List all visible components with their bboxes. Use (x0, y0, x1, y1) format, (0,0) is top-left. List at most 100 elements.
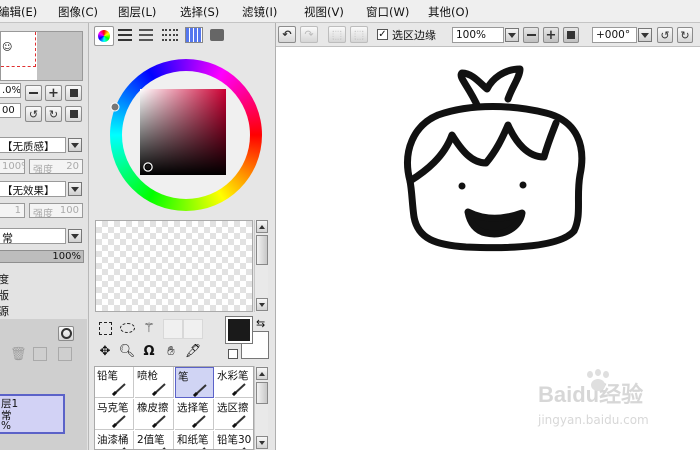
scroll-down-button[interactable] (256, 436, 268, 449)
rgb-slider-tab[interactable] (118, 29, 132, 41)
nav-zoom-field[interactable]: .0% (0, 83, 21, 98)
canvas-rotate-right-button[interactable]: ↻ (677, 27, 693, 43)
swap-colors-icon[interactable]: ⇆ (256, 317, 265, 330)
nav-rotate-reset-button[interactable] (65, 106, 82, 122)
menu-view[interactable]: 视图(V) (304, 4, 344, 20)
hsv-slider-tab[interactable] (139, 29, 153, 41)
intermediate-color-tab[interactable] (162, 29, 178, 41)
scratchpad-area[interactable] (95, 220, 253, 312)
scroll-up-button[interactable] (256, 220, 268, 233)
swatch-tab[interactable] (185, 27, 203, 43)
canvas-zoom-field[interactable]: 100% (452, 27, 504, 43)
lasso-tool[interactable] (119, 320, 135, 336)
brush-pencil-30[interactable]: 铅笔30 (215, 431, 253, 449)
menu-edit[interactable]: 编辑(E) (0, 4, 37, 20)
paw-icon (585, 369, 611, 395)
nav-angle-field[interactable]: 00 (0, 103, 21, 118)
menu-bar: 编辑(E) 图像(C) 图层(L) 选择(S) 滤镜(I) 视图(V) 窗口(W… (0, 0, 700, 23)
selection-edge-checkbox[interactable]: ✓ (377, 29, 388, 40)
zoom-tool[interactable]: 🔍︎ (119, 343, 136, 359)
brush-bucket[interactable]: 油漆桶 (95, 431, 134, 449)
copy-layer-icon[interactable] (58, 347, 72, 361)
move-tool[interactable]: ✥ (97, 343, 113, 359)
delete-layer-icon[interactable]: 🗑 (10, 347, 27, 362)
rotate-right-icon: ↻ (48, 107, 59, 121)
nav-rotate-left-button[interactable]: ↺ (25, 106, 42, 122)
undo-button[interactable]: ↶ (278, 26, 296, 43)
deselect-icon: ⬚ (331, 28, 343, 41)
scratchpad-scrollbar[interactable] (254, 220, 268, 312)
merge-layer-icon[interactable] (33, 347, 47, 361)
canvas-rotation-dropdown[interactable] (638, 28, 652, 42)
drawing-canvas[interactable]: Baidu经验 jingyan.baidu.com (276, 47, 700, 450)
rotate-icon: Ω (143, 343, 155, 359)
option-label-density: 度 (0, 273, 9, 286)
brush-select-eraser[interactable]: 选区擦 (215, 399, 253, 430)
navigator-preview[interactable]: ☺ (0, 31, 83, 81)
menu-image[interactable]: 图像(C) (58, 4, 98, 20)
reset-colors-icon[interactable] (228, 349, 238, 359)
nav-zoom-reset-button[interactable] (65, 85, 82, 101)
effect-strength-field[interactable]: 强度 100 (29, 203, 83, 218)
dots-icon (162, 34, 178, 38)
brush-select-pen[interactable]: 选择笔 (175, 399, 214, 430)
nav-zoom-in-button[interactable]: + (45, 85, 62, 101)
nav-rotate-right-button[interactable]: ↻ (45, 106, 62, 122)
brush-pen[interactable]: 笔 (175, 367, 214, 398)
magic-wand-tool[interactable]: ⚚ (141, 320, 157, 336)
scroll-up-button[interactable] (256, 367, 268, 380)
scroll-thumb[interactable] (256, 382, 268, 404)
canvas-rotate-left-button[interactable]: ↺ (657, 27, 673, 43)
brush-airbrush[interactable]: 喷枪 (135, 367, 174, 398)
rotate-tool[interactable]: Ω (141, 343, 157, 359)
blend-mode-select[interactable]: 常 (0, 228, 66, 244)
canvas-zoom-reset-button[interactable] (563, 27, 579, 43)
menu-select[interactable]: 选择(S) (180, 4, 219, 20)
brush-label: 选区擦 (217, 402, 249, 414)
brush-watercolor[interactable]: 水彩笔 (215, 367, 253, 398)
pencil-30-icon (242, 447, 246, 449)
brush-scrollbar[interactable] (254, 366, 268, 450)
blend-dropdown-button[interactable] (68, 229, 82, 243)
primary-color-swatch[interactable] (225, 316, 253, 344)
menu-other[interactable]: 其他(O) (428, 4, 469, 20)
opacity-slider[interactable]: 100% (0, 250, 84, 263)
layer-item-selected[interactable]: 层1 常 % (0, 394, 65, 434)
brush-grid: 铅笔 喷枪 笔 水彩笔马克笔 橡皮擦 选择笔 选区擦油漆桶 2值笔 和纸笔 铅笔30 (94, 366, 254, 450)
invert-selection-button[interactable]: ⬚ (350, 26, 368, 43)
brush-label: 马克笔 (97, 402, 129, 414)
canvas-toolbar: ↶ ↷ ⬚ ⬚ ✓ 选区边缘 100% + +000° ↺ ↻ (276, 23, 700, 47)
effect-dropdown-button[interactable] (68, 182, 82, 196)
canvas-zoom-out-button[interactable] (523, 27, 539, 43)
texture-percent-field[interactable]: 100% (0, 159, 25, 174)
scroll-down-button[interactable] (256, 298, 268, 311)
eyedropper-tool[interactable]: 🖋︎ (185, 343, 202, 359)
rect-select-tool[interactable] (97, 320, 113, 336)
effect-value-field[interactable]: 1 (0, 203, 25, 218)
redo-button[interactable]: ↷ (300, 26, 318, 43)
texture-dropdown-button[interactable] (68, 138, 82, 152)
color-wheel[interactable] (102, 51, 270, 219)
brush-pencil[interactable]: 铅笔 (95, 367, 134, 398)
menu-filter[interactable]: 滤镜(I) (242, 4, 277, 20)
hand-tool[interactable]: ✋︎ (163, 343, 179, 359)
scratchpad-tab[interactable] (210, 29, 224, 41)
texture-strength-field[interactable]: 强度 20 (29, 159, 83, 174)
menu-layer[interactable]: 图层(L) (118, 4, 156, 20)
brush-marker[interactable]: 马克笔 (95, 399, 134, 430)
canvas-rotation-field[interactable]: +000° (592, 27, 637, 43)
deselect-button[interactable]: ⬚ (328, 26, 346, 43)
brush-binary-pen[interactable]: 2值笔 (135, 431, 174, 449)
scroll-thumb[interactable] (256, 235, 268, 265)
effect-select[interactable]: 【无效果】 (0, 181, 66, 197)
canvas-zoom-dropdown[interactable] (505, 28, 519, 42)
color-wheel-tab[interactable] (94, 26, 114, 46)
canvas-zoom-in-button[interactable]: + (543, 27, 559, 43)
texture-select[interactable]: 【无质感】 (0, 137, 66, 153)
nav-zoom-out-button[interactable] (25, 85, 42, 101)
square-icon (567, 31, 575, 39)
brush-eraser[interactable]: 橡皮擦 (135, 399, 174, 430)
brush-washi-pen[interactable]: 和纸笔 (175, 431, 214, 449)
layer-mask-button[interactable] (58, 326, 74, 341)
menu-window[interactable]: 窗口(W) (366, 4, 409, 20)
